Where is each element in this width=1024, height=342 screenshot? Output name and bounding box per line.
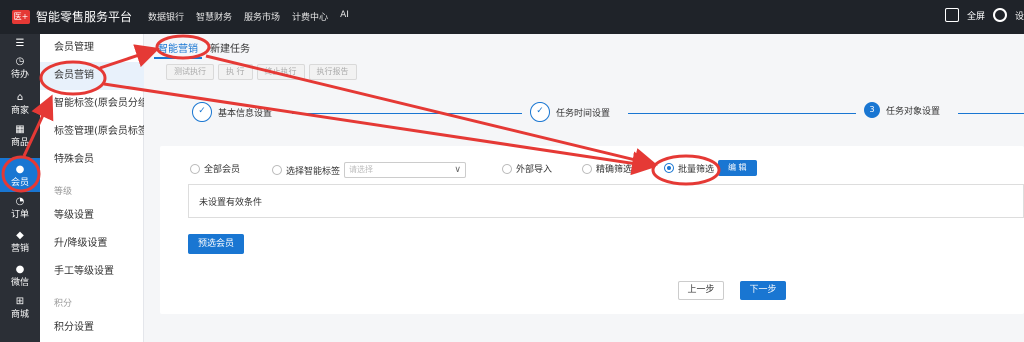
- nav-todo-label: 待办: [10, 70, 29, 80]
- app-title: 智能零售服务平台: [36, 10, 133, 24]
- nav-merchant[interactable]: ⌂ 商家: [0, 92, 40, 116]
- target-panel: 全部会员 选择智能标签 请选择 ∨ 外部导入 精确筛选 批量筛选 编 辑 未设置有…: [160, 146, 1024, 314]
- nav-order-label: 订单: [10, 210, 29, 220]
- step-line: [292, 113, 522, 114]
- option-external-import[interactable]: 外部导入: [502, 162, 552, 175]
- secondary-menu: 会员管理 会员营销 智能标签(原会员分组) 标签管理(原会员标签) 特殊会员 等…: [40, 34, 152, 342]
- chevron-down-icon: ∨: [454, 165, 462, 175]
- condition-box: 未设置有效条件: [188, 184, 1024, 218]
- edit-button[interactable]: 编 辑: [718, 160, 757, 176]
- preselect-members-button[interactable]: 预选会员: [188, 234, 245, 254]
- step-basic-info: ✓ 基本信息设置: [192, 102, 272, 122]
- home-icon: ⌂: [16, 92, 24, 103]
- menu-level-settings[interactable]: 等级设置: [40, 202, 144, 230]
- smart-tag-select[interactable]: 请选择 ∨: [344, 162, 467, 178]
- select-placeholder: 请选择: [349, 165, 374, 174]
- tab-bar: 智能营销 新建任务: [154, 38, 254, 59]
- nav-goods[interactable]: ▦ 商品: [0, 124, 40, 148]
- nav-wechat[interactable]: ● 微信: [0, 264, 40, 288]
- menu-toggle[interactable]: ☰: [0, 38, 40, 49]
- option-batch-filter-label: 批量筛选: [678, 164, 715, 175]
- nav-merchant-label: 商家: [10, 106, 29, 116]
- gear-icon[interactable]: [992, 8, 1007, 22]
- nav-member[interactable]: ● 会员: [0, 158, 40, 192]
- user-icon: ●: [15, 164, 25, 175]
- step-basic-info-label: 基本信息设置: [218, 108, 273, 119]
- grid-icon: ▦: [15, 124, 25, 135]
- main-content: 智能营销 新建任务 测试执行 执 行 终止执行 执行报告 ✓ 基本信息设置 ✓ …: [144, 34, 1024, 342]
- option-all-members[interactable]: 全部会员: [190, 162, 240, 175]
- next-step-button[interactable]: 下一步: [740, 281, 786, 300]
- nav-mall-label: 商城: [10, 310, 29, 320]
- wechat-icon: ●: [15, 264, 25, 275]
- menu-points-settings[interactable]: 积分设置: [40, 314, 144, 342]
- top-nav-ai[interactable]: AI: [340, 10, 349, 23]
- step-number-badge: 3: [864, 102, 880, 118]
- option-precise-filter[interactable]: 精确筛选: [582, 162, 632, 175]
- top-nav-data-bank[interactable]: 数据银行: [148, 10, 184, 23]
- radio-icon[interactable]: [502, 163, 512, 174]
- top-nav-market[interactable]: 服务市场: [244, 10, 280, 23]
- nav-order[interactable]: ◔ 订单: [0, 196, 40, 220]
- menu-group-level: 等级: [54, 187, 73, 197]
- menu-icon: ☰: [15, 38, 25, 49]
- top-bar: 医+ 智能零售服务平台 数据银行 智慧财务 服务市场 计费中心 AI 全屏 设: [0, 0, 1024, 34]
- option-smart-tag[interactable]: 选择智能标签 请选择 ∨: [272, 162, 467, 178]
- step-task-target-label: 任务对象设置: [886, 106, 941, 117]
- nav-member-label: 会员: [10, 178, 29, 188]
- option-smart-tag-label: 选择智能标签: [286, 166, 341, 177]
- test-run-button[interactable]: 测试执行: [166, 64, 214, 80]
- step-task-target: 3 任务对象设置: [864, 102, 940, 118]
- tab-new-task[interactable]: 新建任务: [206, 38, 254, 59]
- menu-tag-management[interactable]: 标签管理(原会员标签): [40, 118, 152, 146]
- prev-step-button[interactable]: 上一步: [678, 281, 724, 300]
- top-nav-finance[interactable]: 智慧财务: [196, 10, 232, 23]
- left-icon-bar: ☰ ◷ 待办 ⌂ 商家 ▦ 商品 ● 会员 ◔ 订单 ◆ 营销 ● 微信 ⊞ 商城: [0, 34, 40, 342]
- step-line: [958, 113, 1024, 114]
- top-right-tools: 全屏 设: [944, 8, 1024, 22]
- top-nav-billing[interactable]: 计费中心: [292, 10, 328, 23]
- radio-selected-icon[interactable]: [664, 163, 674, 173]
- step-check-icon: ✓: [530, 102, 550, 122]
- step-line: [628, 113, 856, 114]
- option-external-import-label: 外部导入: [516, 165, 553, 175]
- option-batch-filter[interactable]: 批量筛选 编 辑: [664, 160, 757, 176]
- run-button[interactable]: 执 行: [218, 64, 253, 80]
- radio-icon[interactable]: [190, 163, 200, 174]
- menu-member-marketing[interactable]: 会员营销: [40, 62, 144, 90]
- menu-manual-level[interactable]: 手工等级设置: [40, 258, 144, 286]
- radio-icon[interactable]: [272, 165, 282, 175]
- top-nav: 数据银行 智慧财务 服务市场 计费中心 AI: [148, 10, 349, 23]
- nav-goods-label: 商品: [10, 138, 29, 148]
- nav-marketing[interactable]: ◆ 营销: [0, 230, 40, 254]
- cart-icon: ⊞: [15, 296, 25, 307]
- tab-smart-marketing[interactable]: 智能营销: [154, 38, 202, 59]
- option-all-members-label: 全部会员: [204, 165, 241, 175]
- run-report-button[interactable]: 执行报告: [308, 64, 357, 80]
- clock-icon: ◷: [15, 56, 25, 67]
- step-progress: ✓ 基本信息设置 ✓ 任务时间设置 3 任务对象设置: [192, 102, 1024, 126]
- step-check-icon: ✓: [192, 102, 212, 122]
- nav-mall[interactable]: ⊞ 商城: [0, 296, 40, 320]
- menu-group-points: 积分: [54, 299, 73, 309]
- nav-todo[interactable]: ◷ 待办: [0, 56, 40, 80]
- step-task-time-label: 任务时间设置: [556, 108, 611, 119]
- step-task-time: ✓ 任务时间设置: [530, 102, 610, 122]
- menu-member-management[interactable]: 会员管理: [40, 34, 144, 62]
- menu-special-members[interactable]: 特殊会员: [40, 146, 144, 174]
- menu-smart-tags[interactable]: 智能标签(原会员分组): [40, 90, 152, 118]
- fullscreen-icon[interactable]: [944, 8, 959, 22]
- nav-marketing-label: 营销: [10, 244, 29, 254]
- stop-run-button[interactable]: 终止执行: [256, 64, 305, 80]
- pie-icon: ◔: [15, 196, 25, 207]
- fullscreen-label[interactable]: 全屏: [967, 9, 985, 22]
- nav-wechat-label: 微信: [10, 278, 29, 288]
- task-toolbar: 测试执行 执 行 终止执行 执行报告: [166, 64, 357, 80]
- tag-icon: ◆: [16, 230, 24, 241]
- settings-label[interactable]: 设: [1015, 9, 1024, 22]
- logo: 医+: [12, 10, 30, 24]
- menu-upgrade-settings[interactable]: 升/降级设置: [40, 230, 144, 258]
- option-precise-filter-label: 精确筛选: [596, 165, 633, 175]
- radio-icon[interactable]: [582, 163, 592, 174]
